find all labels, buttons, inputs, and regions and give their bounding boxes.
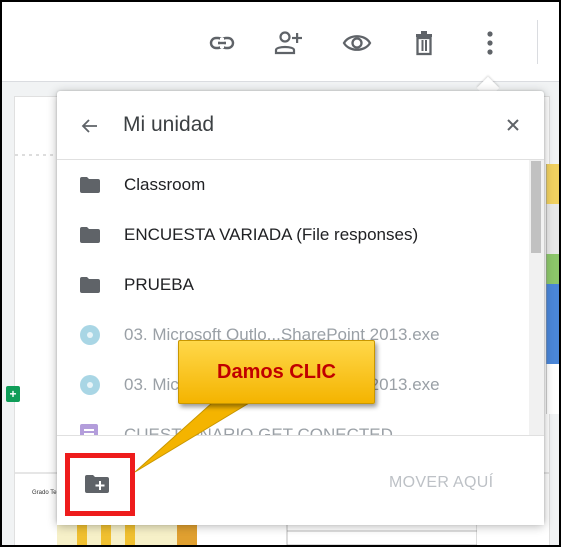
folder-icon — [80, 227, 100, 243]
dialog-header: Mi unidad — [57, 91, 544, 160]
list-item-folder[interactable]: ENCUESTA VARIADA (File responses) — [57, 210, 529, 260]
list-item-label: CUESTIONARIO GET CONECTED — [124, 425, 393, 435]
scrollbar-thumb[interactable] — [531, 161, 541, 253]
arrow-left-icon[interactable] — [79, 115, 101, 137]
spreadsheet-strip — [545, 164, 559, 414]
toolbar — [2, 2, 559, 82]
list-item-folder[interactable]: PRUEBA — [57, 260, 529, 310]
disc-icon — [79, 324, 100, 345]
close-icon[interactable] — [503, 115, 523, 135]
list-item-label: PRUEBA — [124, 275, 194, 294]
dialog-title: Mi unidad — [123, 113, 215, 136]
callout-bubble: Damos CLIC — [178, 340, 375, 404]
list-item-file: CUESTIONARIO GET CONECTED — [57, 410, 529, 435]
highlight-box — [65, 453, 135, 516]
callout-text: Damos CLIC — [217, 360, 336, 383]
sheets-badge-icon: + — [6, 386, 20, 402]
screenshot-frame: + Grado Te Mi unidad Classroom ENCUESTA … — [0, 0, 561, 547]
folder-icon — [80, 277, 100, 293]
eye-icon[interactable] — [342, 29, 372, 57]
list-item-label: Classroom — [124, 175, 206, 194]
list-item-folder[interactable]: Classroom — [57, 160, 529, 210]
list-item-label: ENCUESTA VARIADA (File responses) — [124, 225, 419, 244]
move-here-button[interactable]: MOVER AQUÍ — [389, 474, 493, 492]
grade-label: Grado Te — [32, 490, 57, 496]
folder-icon — [80, 177, 100, 193]
link-icon[interactable] — [208, 29, 236, 57]
more-vert-icon[interactable] — [480, 29, 508, 57]
disc-icon — [79, 374, 100, 395]
add-person-icon[interactable] — [274, 29, 302, 57]
form-icon — [80, 424, 100, 435]
toolbar-separator — [537, 20, 538, 64]
trash-icon[interactable] — [411, 29, 439, 57]
